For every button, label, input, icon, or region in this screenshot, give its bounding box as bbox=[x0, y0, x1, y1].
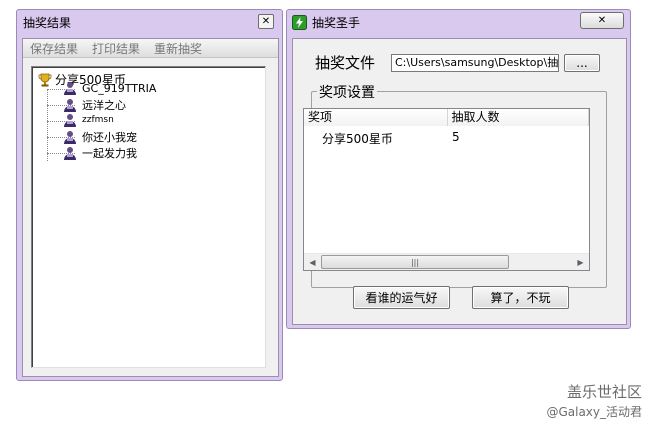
results-window: 抽奖结果 ✕ 保存结果 打印结果 重新抽奖 分享500星币 GC_919TTRI… bbox=[16, 9, 283, 381]
results-menubar: 保存结果 打印结果 重新抽奖 bbox=[23, 39, 278, 58]
cell-count: 5 bbox=[452, 130, 460, 144]
scroll-thumb[interactable]: ||| bbox=[321, 255, 509, 269]
scroll-right-icon[interactable]: ▶ bbox=[572, 254, 589, 270]
column-header-prize[interactable]: 奖项 bbox=[304, 109, 448, 126]
prize-settings-title: 奖项设置 bbox=[317, 82, 377, 102]
lottery-titlebar[interactable]: 抽奖圣手 ✕ bbox=[287, 10, 630, 34]
watermark-handle: @Galaxy_活动君 bbox=[546, 405, 642, 419]
table-row[interactable]: 分享500星币 5 bbox=[304, 130, 460, 147]
draw-button[interactable]: 看谁的运气好 bbox=[353, 286, 450, 309]
results-close-button[interactable]: ✕ bbox=[258, 14, 274, 29]
trophy-icon bbox=[38, 73, 52, 86]
tree-item-label: 远洋之心 bbox=[82, 99, 126, 112]
tree-item[interactable]: 你还小我宠 bbox=[63, 129, 137, 145]
watermark-title: 盖乐世社区 bbox=[566, 383, 642, 401]
results-tree[interactable]: 分享500星币 GC_919TTRIA 远洋之心 zzfmsn 你还小我宠 一起… bbox=[31, 66, 266, 368]
column-header-count[interactable]: 抽取人数 bbox=[447, 109, 589, 126]
file-path-field[interactable]: C:\Users\samsung\Desktop\抽奖名 bbox=[391, 54, 559, 72]
lottery-close-button[interactable]: ✕ bbox=[580, 12, 624, 29]
menu-save-results[interactable]: 保存结果 bbox=[23, 40, 85, 57]
results-window-body: 保存结果 打印结果 重新抽奖 分享500星币 GC_919TTRIA 远洋之心 … bbox=[22, 38, 279, 377]
prize-list[interactable]: 奖项 抽取人数 分享500星币 5 ◀ ||| ▶ bbox=[303, 108, 590, 271]
lottery-window-title: 抽奖圣手 bbox=[312, 15, 361, 30]
tree-item-label: GC_919TTRIA bbox=[82, 81, 157, 95]
scroll-left-icon[interactable]: ◀ bbox=[304, 254, 321, 270]
tree-item[interactable]: 远洋之心 bbox=[63, 97, 126, 113]
tree-item-label: 你还小我宠 bbox=[82, 131, 137, 144]
user-icon bbox=[63, 81, 77, 95]
tree-item[interactable]: zzfmsn bbox=[63, 113, 114, 127]
user-icon bbox=[63, 98, 77, 112]
prize-list-header: 奖项 抽取人数 bbox=[304, 109, 589, 126]
file-label: 抽奖文件 bbox=[315, 54, 376, 72]
tree-item[interactable]: GC_919TTRIA bbox=[63, 81, 156, 95]
user-icon bbox=[63, 113, 77, 127]
cancel-button[interactable]: 算了，不玩 bbox=[472, 286, 569, 309]
tree-item[interactable]: 一起发力我 bbox=[63, 145, 137, 161]
lottery-window-body: 抽奖文件 C:\Users\samsung\Desktop\抽奖名 ... 奖项… bbox=[292, 38, 627, 325]
cell-prize: 分享500星币 bbox=[322, 132, 393, 146]
results-titlebar[interactable]: 抽奖结果 ✕ bbox=[17, 10, 282, 34]
menu-redraw[interactable]: 重新抽奖 bbox=[147, 40, 209, 57]
horizontal-scrollbar[interactable]: ◀ ||| ▶ bbox=[304, 253, 589, 270]
user-icon bbox=[63, 130, 77, 144]
app-icon bbox=[292, 14, 307, 30]
tree-item-label: 一起发力我 bbox=[82, 147, 137, 160]
results-window-title: 抽奖结果 bbox=[23, 15, 72, 30]
tree-connector bbox=[47, 89, 48, 161]
browse-button[interactable]: ... bbox=[564, 54, 600, 72]
menu-print-results[interactable]: 打印结果 bbox=[85, 40, 147, 57]
tree-item-label: zzfmsn bbox=[82, 115, 114, 125]
lottery-window: 抽奖圣手 ✕ 抽奖文件 C:\Users\samsung\Desktop\抽奖名… bbox=[286, 9, 631, 329]
user-icon bbox=[63, 146, 77, 160]
